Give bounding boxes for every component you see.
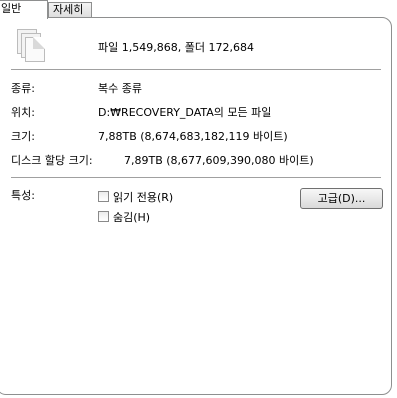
readonly-label[interactable]: 읽기 전용(R)	[113, 189, 173, 205]
file-page-icon	[25, 37, 45, 62]
hidden-label[interactable]: 숨김(H)	[113, 209, 150, 225]
multiple-files-icon	[15, 29, 49, 63]
attributes-label: 특성:	[11, 189, 35, 202]
advanced-button[interactable]: 고급(D)...	[300, 188, 383, 209]
size-value: 7,88TB (8,674,683,182,119 바이트)	[98, 130, 288, 143]
separator	[11, 69, 381, 70]
tab-general[interactable]: 일반	[0, 0, 48, 19]
type-value: 복수 종류	[98, 82, 142, 95]
size-label: 크기:	[11, 130, 35, 143]
disk-size-value: 7,89TB (8,677,609,390,080 바이트)	[124, 154, 314, 167]
type-label: 종류:	[11, 82, 35, 95]
separator	[11, 177, 381, 178]
readonly-checkbox[interactable]	[98, 191, 109, 202]
disk-size-label: 디스크 할당 크기:	[11, 154, 93, 167]
selection-summary: 파일 1,549,868, 폴더 172,684	[98, 41, 254, 54]
tab-details[interactable]: 자세히	[48, 2, 92, 18]
hidden-checkbox[interactable]	[98, 211, 109, 222]
